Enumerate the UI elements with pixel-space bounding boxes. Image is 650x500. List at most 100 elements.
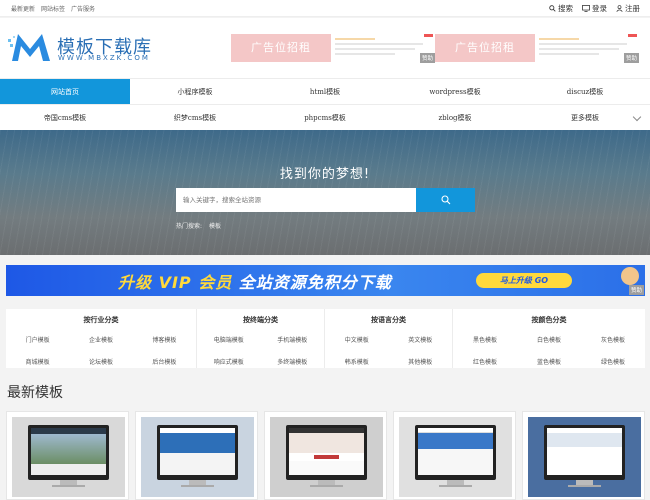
category-title: 按颜色分类 bbox=[531, 316, 567, 324]
nav-item-phpcms[interactable]: phpcms模板 bbox=[260, 105, 390, 131]
category-items: 电脑端模板 手机端模板 响应式模板 多终端模板 bbox=[197, 335, 324, 366]
nav-item-html[interactable]: html模板 bbox=[260, 79, 390, 104]
nav-row-1: 网站首页 小程序模板 html模板 wordpress模板 discuz模板 bbox=[0, 79, 650, 105]
category-link[interactable]: 英文模板 bbox=[389, 335, 453, 344]
category-link[interactable]: 博客模板 bbox=[133, 335, 196, 344]
nav-item-discuz[interactable]: discuz模板 bbox=[520, 79, 650, 104]
logo-mark-icon bbox=[8, 34, 50, 61]
category-link[interactable]: 红色模板 bbox=[453, 357, 517, 366]
screen-preview bbox=[289, 428, 364, 475]
nav-item-miniprogram[interactable]: 小程序模板 bbox=[130, 79, 260, 104]
template-card-list bbox=[6, 411, 645, 500]
top-bar: 最新更新 网站标签 广告服务 搜索 登录 注册 bbox=[0, 0, 650, 17]
category-link[interactable]: 商城模板 bbox=[6, 357, 69, 366]
mascot-icon bbox=[621, 267, 639, 285]
template-thumbnail bbox=[270, 417, 383, 497]
top-link-latest[interactable]: 最新更新 bbox=[11, 4, 35, 13]
category-title: 按终端分类 bbox=[243, 316, 278, 324]
vip-banner[interactable]: 升级 VIP 会员 全站资源免积分下载 马上升级 GO 赞助 bbox=[6, 265, 645, 296]
nav-item-home[interactable]: 网站首页 bbox=[0, 79, 130, 104]
nav-item-zblog[interactable]: zblog模板 bbox=[390, 105, 520, 131]
monitor-base bbox=[568, 485, 601, 487]
category-link[interactable]: 蓝色模板 bbox=[517, 357, 581, 366]
nav-item-dedecms[interactable]: 织梦cms模板 bbox=[130, 105, 260, 131]
category-panel: 按行业分类 门户模板 企业模板 博客模板 商城模板 论坛模板 后台模板 按终端分… bbox=[6, 309, 645, 368]
top-link-tags[interactable]: 网站标签 bbox=[41, 4, 65, 13]
category-link[interactable]: 其他模板 bbox=[389, 357, 453, 366]
top-actions: 搜索 登录 注册 bbox=[549, 3, 640, 14]
login-button[interactable]: 登录 bbox=[582, 3, 607, 14]
sponsor-badge: 赞助 bbox=[623, 53, 639, 63]
hot-searches-label: 热门搜索: bbox=[176, 223, 203, 230]
ad-mock-graphic bbox=[335, 36, 431, 60]
category-link[interactable]: 灰色模板 bbox=[581, 335, 645, 344]
search-submit-button[interactable] bbox=[416, 188, 475, 212]
sponsor-badge: 赞助 bbox=[419, 53, 435, 63]
register-label: 注册 bbox=[625, 4, 640, 13]
search-label: 搜索 bbox=[558, 4, 573, 13]
template-thumbnail bbox=[399, 417, 512, 497]
screen-preview bbox=[547, 428, 622, 475]
template-thumbnail bbox=[141, 417, 254, 497]
screen-preview bbox=[160, 428, 235, 475]
category-items: 黑色模板 白色模板 灰色模板 红色模板 蓝色模板 绿色模板 bbox=[453, 335, 645, 366]
category-link[interactable]: 电脑端模板 bbox=[197, 335, 261, 344]
template-card[interactable] bbox=[522, 411, 645, 500]
template-card[interactable] bbox=[393, 411, 516, 500]
search-icon bbox=[549, 5, 556, 12]
category-link[interactable]: 多终端模板 bbox=[261, 357, 325, 366]
category-items: 门户模板 企业模板 博客模板 商城模板 论坛模板 后台模板 bbox=[6, 335, 196, 366]
hero-title: 找到你的梦想! bbox=[279, 167, 371, 182]
category-link[interactable]: 黑色模板 bbox=[453, 335, 517, 344]
category-link[interactable]: 响应式模板 bbox=[197, 357, 261, 366]
monitor-icon bbox=[582, 5, 590, 12]
nav-item-more[interactable]: 更多模板 bbox=[520, 105, 650, 131]
category-link[interactable]: 手机端模板 bbox=[261, 335, 325, 344]
ad-slot-1[interactable]: 广告位招租 赞助 bbox=[231, 34, 436, 64]
template-card[interactable] bbox=[135, 411, 258, 500]
ad-slot-2[interactable]: 广告位招租 赞助 bbox=[435, 34, 640, 64]
main-nav: 网站首页 小程序模板 html模板 wordpress模板 discuz模板 帝… bbox=[0, 78, 650, 130]
hot-search-item[interactable]: 模板 bbox=[209, 221, 221, 230]
ad-mock-graphic bbox=[539, 36, 635, 60]
category-link[interactable]: 门户模板 bbox=[6, 335, 69, 344]
monitor-mockup bbox=[28, 425, 109, 480]
search-icon bbox=[441, 195, 451, 205]
category-device: 按终端分类 电脑端模板 手机端模板 响应式模板 多终端模板 bbox=[197, 309, 325, 368]
category-link[interactable]: 白色模板 bbox=[517, 335, 581, 344]
top-links: 最新更新 网站标签 广告服务 bbox=[11, 4, 95, 13]
monitor-mockup bbox=[157, 425, 238, 480]
category-industry: 按行业分类 门户模板 企业模板 博客模板 商城模板 论坛模板 后台模板 bbox=[6, 309, 197, 368]
template-card[interactable] bbox=[264, 411, 387, 500]
vip-banner-subline: 全站资源免积分下载 bbox=[238, 273, 392, 292]
category-link[interactable]: 后台模板 bbox=[133, 357, 196, 366]
nav-item-wordpress[interactable]: wordpress模板 bbox=[390, 79, 520, 104]
category-title: 按语言分类 bbox=[371, 316, 406, 324]
nav-row-2: 帝国cms模板 织梦cms模板 phpcms模板 zblog模板 更多模板 bbox=[0, 105, 650, 131]
category-link[interactable]: 绿色模板 bbox=[581, 357, 645, 366]
category-link[interactable]: 韩系模板 bbox=[325, 357, 389, 366]
register-button[interactable]: 注册 bbox=[616, 3, 640, 14]
site-header: 模板下载库 WWW.MBXZK.COM 广告位招租 赞助 广告位招租 赞助 bbox=[0, 18, 650, 78]
top-link-ads[interactable]: 广告服务 bbox=[71, 4, 95, 13]
nav-item-empirecms[interactable]: 帝国cms模板 bbox=[0, 105, 130, 131]
search-button[interactable]: 搜索 bbox=[549, 3, 573, 14]
category-title: 按行业分类 bbox=[83, 316, 119, 324]
chevron-down-icon bbox=[632, 112, 642, 122]
search-input[interactable] bbox=[176, 188, 416, 212]
site-logo[interactable]: 模板下载库 WWW.MBXZK.COM bbox=[8, 31, 163, 65]
template-card[interactable] bbox=[6, 411, 129, 500]
category-link[interactable]: 企业模板 bbox=[69, 335, 132, 344]
hero-banner: 找到你的梦想! 热门搜索: 模板 bbox=[0, 130, 650, 255]
category-color: 按颜色分类 黑色模板 白色模板 灰色模板 红色模板 蓝色模板 绿色模板 bbox=[453, 309, 645, 368]
ad-tag bbox=[424, 34, 433, 37]
template-thumbnail bbox=[528, 417, 641, 497]
nav-item-more-label: 更多模板 bbox=[571, 114, 599, 122]
category-link[interactable]: 中文模板 bbox=[325, 335, 389, 344]
vip-upgrade-button[interactable]: 马上升级 GO bbox=[476, 273, 572, 288]
monitor-base bbox=[181, 485, 214, 487]
monitor-mockup bbox=[544, 425, 625, 480]
screen-preview bbox=[31, 428, 106, 475]
login-label: 登录 bbox=[592, 4, 607, 13]
category-link[interactable]: 论坛模板 bbox=[69, 357, 132, 366]
